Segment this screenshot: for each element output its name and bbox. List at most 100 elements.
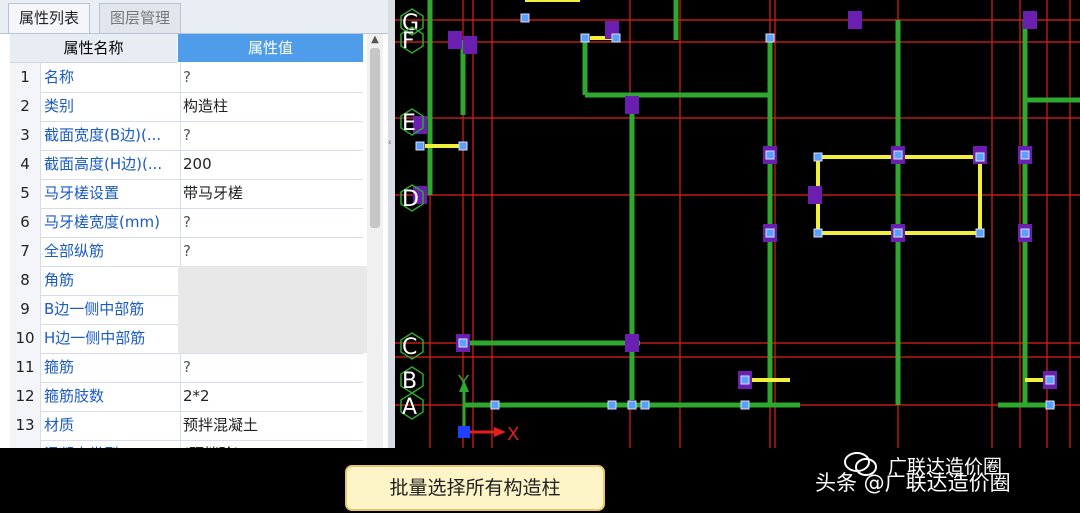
- scrollbar-thumb[interactable]: [370, 48, 380, 228]
- column-shape: [808, 186, 822, 204]
- selection-marker: [765, 228, 775, 238]
- axis-label: E: [402, 111, 416, 136]
- property-name: 箍筋: [41, 353, 181, 382]
- property-name: B边一侧中部筋: [41, 295, 181, 324]
- row-number: 2: [10, 92, 41, 121]
- property-value[interactable]: [178, 324, 368, 353]
- table-row[interactable]: 2 类别 构造柱: [10, 92, 363, 122]
- table-row[interactable]: 14混凝土类型(预拌砼): [10, 440, 363, 448]
- ucs-x-label: X: [507, 424, 519, 445]
- property-name: 混凝土类型: [41, 440, 181, 448]
- column-shape: [625, 96, 639, 114]
- tab-layers[interactable]: 图层管理: [99, 3, 182, 33]
- table-row[interactable]: 5 马牙槎设置 带马牙槎: [10, 179, 363, 209]
- column-shape: [448, 31, 462, 49]
- row-number: 12: [10, 382, 41, 411]
- property-value[interactable]: 2*2: [178, 382, 368, 411]
- selection-marker: [813, 152, 823, 162]
- property-value[interactable]: [178, 295, 368, 324]
- table-row[interactable]: 8 角筋: [10, 266, 368, 296]
- property-name: 截面宽度(B边)(...: [41, 121, 181, 150]
- collapse-arrow-icon[interactable]: ‹: [388, 138, 395, 148]
- header-property-name[interactable]: 属性名称: [10, 34, 177, 63]
- selection-marker: [893, 150, 903, 160]
- selection-marker: [975, 228, 985, 238]
- column-shape: [1023, 11, 1037, 29]
- table-row[interactable]: 10 H边一侧中部筋: [10, 324, 368, 354]
- property-value[interactable]: [178, 266, 368, 295]
- row-number: 6: [10, 208, 41, 237]
- property-name: 马牙槎设置: [41, 179, 181, 208]
- selection-marker: [415, 141, 425, 151]
- selection-marker: [765, 150, 775, 160]
- property-name: 名称: [41, 63, 181, 92]
- selection-marker: [458, 141, 468, 151]
- selection-marker: [1045, 400, 1055, 410]
- header-property-value[interactable]: 属性值: [178, 34, 363, 62]
- panel-splitter[interactable]: ‹: [388, 0, 395, 448]
- axis-label: F: [402, 29, 415, 54]
- selection-marker: [580, 33, 590, 43]
- property-name: 马牙槎宽度(mm): [41, 208, 181, 237]
- vertical-scrollbar[interactable]: ▲: [367, 34, 383, 448]
- caption-box: 批量选择所有构造柱: [345, 465, 605, 511]
- property-value[interactable]: 预拌混凝土: [178, 411, 368, 440]
- row-number: 8: [10, 266, 41, 295]
- table-row[interactable]: 7 全部纵筋?: [10, 237, 363, 267]
- selection-marker: [520, 13, 530, 23]
- selection-marker: [490, 400, 500, 410]
- table-row[interactable]: 9 B边一侧中部筋: [10, 295, 368, 325]
- selection-marker: [640, 400, 650, 410]
- property-value[interactable]: ?: [178, 121, 368, 150]
- axis-label: C: [402, 335, 417, 360]
- property-name: 全部纵筋: [41, 237, 181, 266]
- row-number: 10: [10, 324, 41, 353]
- tab-properties[interactable]: 属性列表: [8, 3, 91, 33]
- selection-marker: [458, 338, 468, 348]
- property-name: 类别: [41, 92, 181, 121]
- selection-marker: [893, 228, 903, 238]
- table-row[interactable]: 6 马牙槎宽度(mm)?: [10, 208, 363, 238]
- column-shape: [625, 334, 639, 352]
- table-row[interactable]: 12 箍筋肢数 2*2: [10, 382, 363, 412]
- row-number: 1: [10, 63, 41, 92]
- axis-label: B: [402, 369, 417, 394]
- axis-label: D: [402, 187, 419, 212]
- selection-marker: [813, 228, 823, 238]
- table-row[interactable]: 1 名称?: [10, 63, 363, 93]
- property-name: 截面高度(H边)(...: [41, 150, 181, 179]
- table-row[interactable]: 11 箍筋?: [10, 353, 363, 383]
- table-row[interactable]: 4 截面高度(H边)(... 200: [10, 150, 363, 180]
- property-value[interactable]: ?: [178, 63, 368, 92]
- property-name: H边一侧中部筋: [41, 324, 181, 353]
- selection-marker: [1045, 375, 1055, 385]
- property-value[interactable]: 构造柱: [178, 92, 368, 121]
- scroll-up-icon[interactable]: ▲: [370, 34, 380, 46]
- property-value[interactable]: 带马牙槎: [178, 179, 368, 208]
- property-value[interactable]: ?: [178, 208, 368, 237]
- row-number: 14: [10, 440, 41, 448]
- row-number: 7: [10, 237, 41, 266]
- property-name: 材质: [41, 411, 181, 440]
- table-row[interactable]: 13 材质 预拌混凝土: [10, 411, 363, 441]
- row-number: 13: [10, 411, 41, 440]
- row-number: 4: [10, 150, 41, 179]
- row-number: 3: [10, 121, 41, 150]
- properties-panel: 属性列表 图层管理 属性名称 属性值 1 名称? 2 类别 构造柱 3 截面宽度(B边)(.…: [0, 0, 389, 448]
- property-value[interactable]: 200: [178, 150, 368, 179]
- ucs-y-label: Y: [457, 372, 470, 393]
- property-value[interactable]: ?: [178, 237, 368, 266]
- selection-marker: [1020, 150, 1030, 160]
- table-row[interactable]: 3 截面宽度(B边)(...?: [10, 121, 363, 151]
- panel-tabs: 属性列表 图层管理: [0, 0, 388, 34]
- selection-marker: [607, 400, 617, 410]
- property-name: 箍筋肢数: [41, 382, 181, 411]
- property-value[interactable]: ?: [178, 353, 368, 382]
- selection-marker: [627, 400, 637, 410]
- selection-marker: [1020, 228, 1030, 238]
- column-shape: [848, 11, 862, 29]
- selection-marker: [740, 400, 750, 410]
- axis-label: A: [402, 395, 417, 420]
- property-value[interactable]: (预拌砼): [178, 440, 368, 448]
- drawing-canvas[interactable]: GFEDCBA Y X: [395, 0, 1080, 448]
